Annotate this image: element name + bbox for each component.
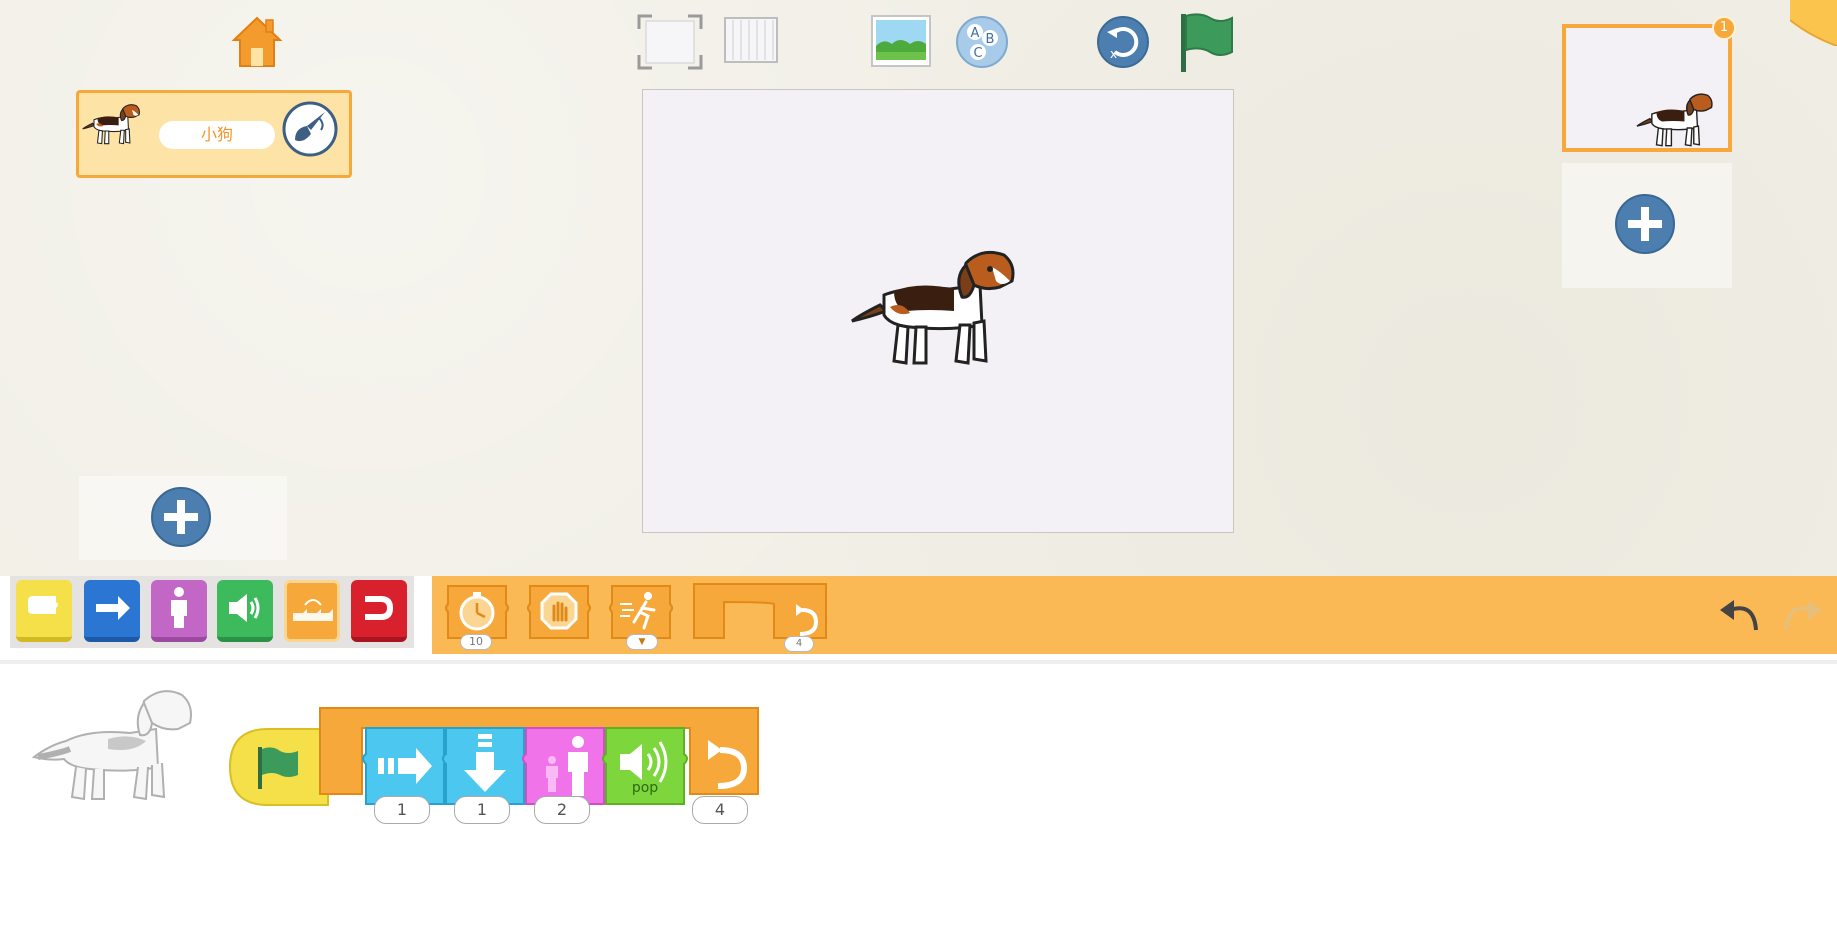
page-number-badge: 1 (1712, 16, 1736, 40)
dog-icon (82, 104, 140, 145)
person-icon (171, 587, 187, 628)
arrow-right-icon (96, 596, 130, 620)
page-fold-icon (1789, 0, 1837, 47)
speaker-icon (229, 594, 260, 622)
speed-dropdown[interactable]: ▼ (626, 634, 658, 650)
plus-icon (151, 487, 211, 547)
palette-set-speed-block[interactable]: ▼ (606, 582, 676, 650)
grow-amount[interactable]: 2 (534, 796, 590, 824)
move-right-steps[interactable]: 1 (374, 796, 430, 824)
redo-icon (1784, 600, 1822, 631)
dog-icon (851, 250, 1015, 365)
reset-sprites-button[interactable]: x (1095, 14, 1151, 70)
sprite-thumbnail[interactable] (82, 100, 144, 150)
script-play-sound-block[interactable]: pop (600, 726, 690, 808)
repeat-count[interactable]: 4 (784, 636, 814, 652)
undo-button[interactable] (1716, 590, 1764, 638)
repeat-count[interactable]: 4 (692, 796, 748, 824)
dog-icon (1636, 93, 1713, 147)
svg-text:x: x (1110, 47, 1117, 61)
wait-value[interactable]: 10 (460, 634, 492, 650)
undo-icon (1720, 600, 1758, 631)
move-down-steps[interactable]: 1 (454, 796, 510, 824)
category-end[interactable] (351, 580, 407, 642)
grid-icon (724, 17, 778, 63)
reset-icon: x (1097, 16, 1149, 68)
control-icon (293, 599, 333, 621)
category-sound[interactable] (217, 580, 273, 642)
svg-text:A: A (971, 26, 980, 41)
page-corner-flap[interactable] (1789, 0, 1837, 47)
category-looks[interactable] (151, 580, 207, 642)
abc-text-icon: A B C (956, 16, 1008, 68)
palette-wait-block[interactable]: 10 (442, 582, 512, 650)
paintbrush-icon (282, 101, 338, 157)
grid-button[interactable] (723, 16, 779, 64)
green-flag-icon (1181, 13, 1233, 72)
svg-text:B: B (986, 32, 995, 47)
green-flag-button[interactable] (1178, 12, 1234, 74)
page-thumbnail-dog (1636, 90, 1718, 152)
palette-stop-block[interactable] (524, 582, 594, 644)
dog-sprite[interactable] (850, 245, 1026, 375)
script-sprite-watermark (30, 683, 200, 803)
palette-divider (0, 660, 1837, 664)
add-page-button[interactable] (1614, 193, 1676, 255)
category-motion[interactable] (84, 580, 140, 642)
add-text-button[interactable]: A B C (954, 14, 1010, 70)
stop-hand-icon (527, 585, 591, 639)
add-sprite-button[interactable] (150, 486, 212, 548)
fullscreen-button[interactable] (636, 13, 704, 71)
trigger-block-icon (28, 596, 58, 614)
end-block-icon (365, 596, 393, 620)
background-icon (871, 15, 931, 67)
fullscreen-icon (637, 14, 703, 70)
svg-text:C: C (973, 46, 982, 61)
background-button[interactable] (870, 14, 932, 68)
category-control[interactable] (284, 580, 340, 642)
palette-repeat-block[interactable]: 4 (690, 580, 830, 652)
category-triggering[interactable] (16, 580, 72, 642)
home-button[interactable] (228, 12, 286, 70)
sound-name-label: pop (631, 780, 659, 796)
dog-outline-icon (31, 690, 192, 801)
home-icon (231, 16, 283, 67)
paint-editor-button[interactable] (281, 100, 339, 158)
redo-button[interactable] (1778, 590, 1826, 638)
plus-icon (1615, 194, 1675, 254)
sprite-name-label[interactable]: 小狗 (159, 121, 275, 149)
